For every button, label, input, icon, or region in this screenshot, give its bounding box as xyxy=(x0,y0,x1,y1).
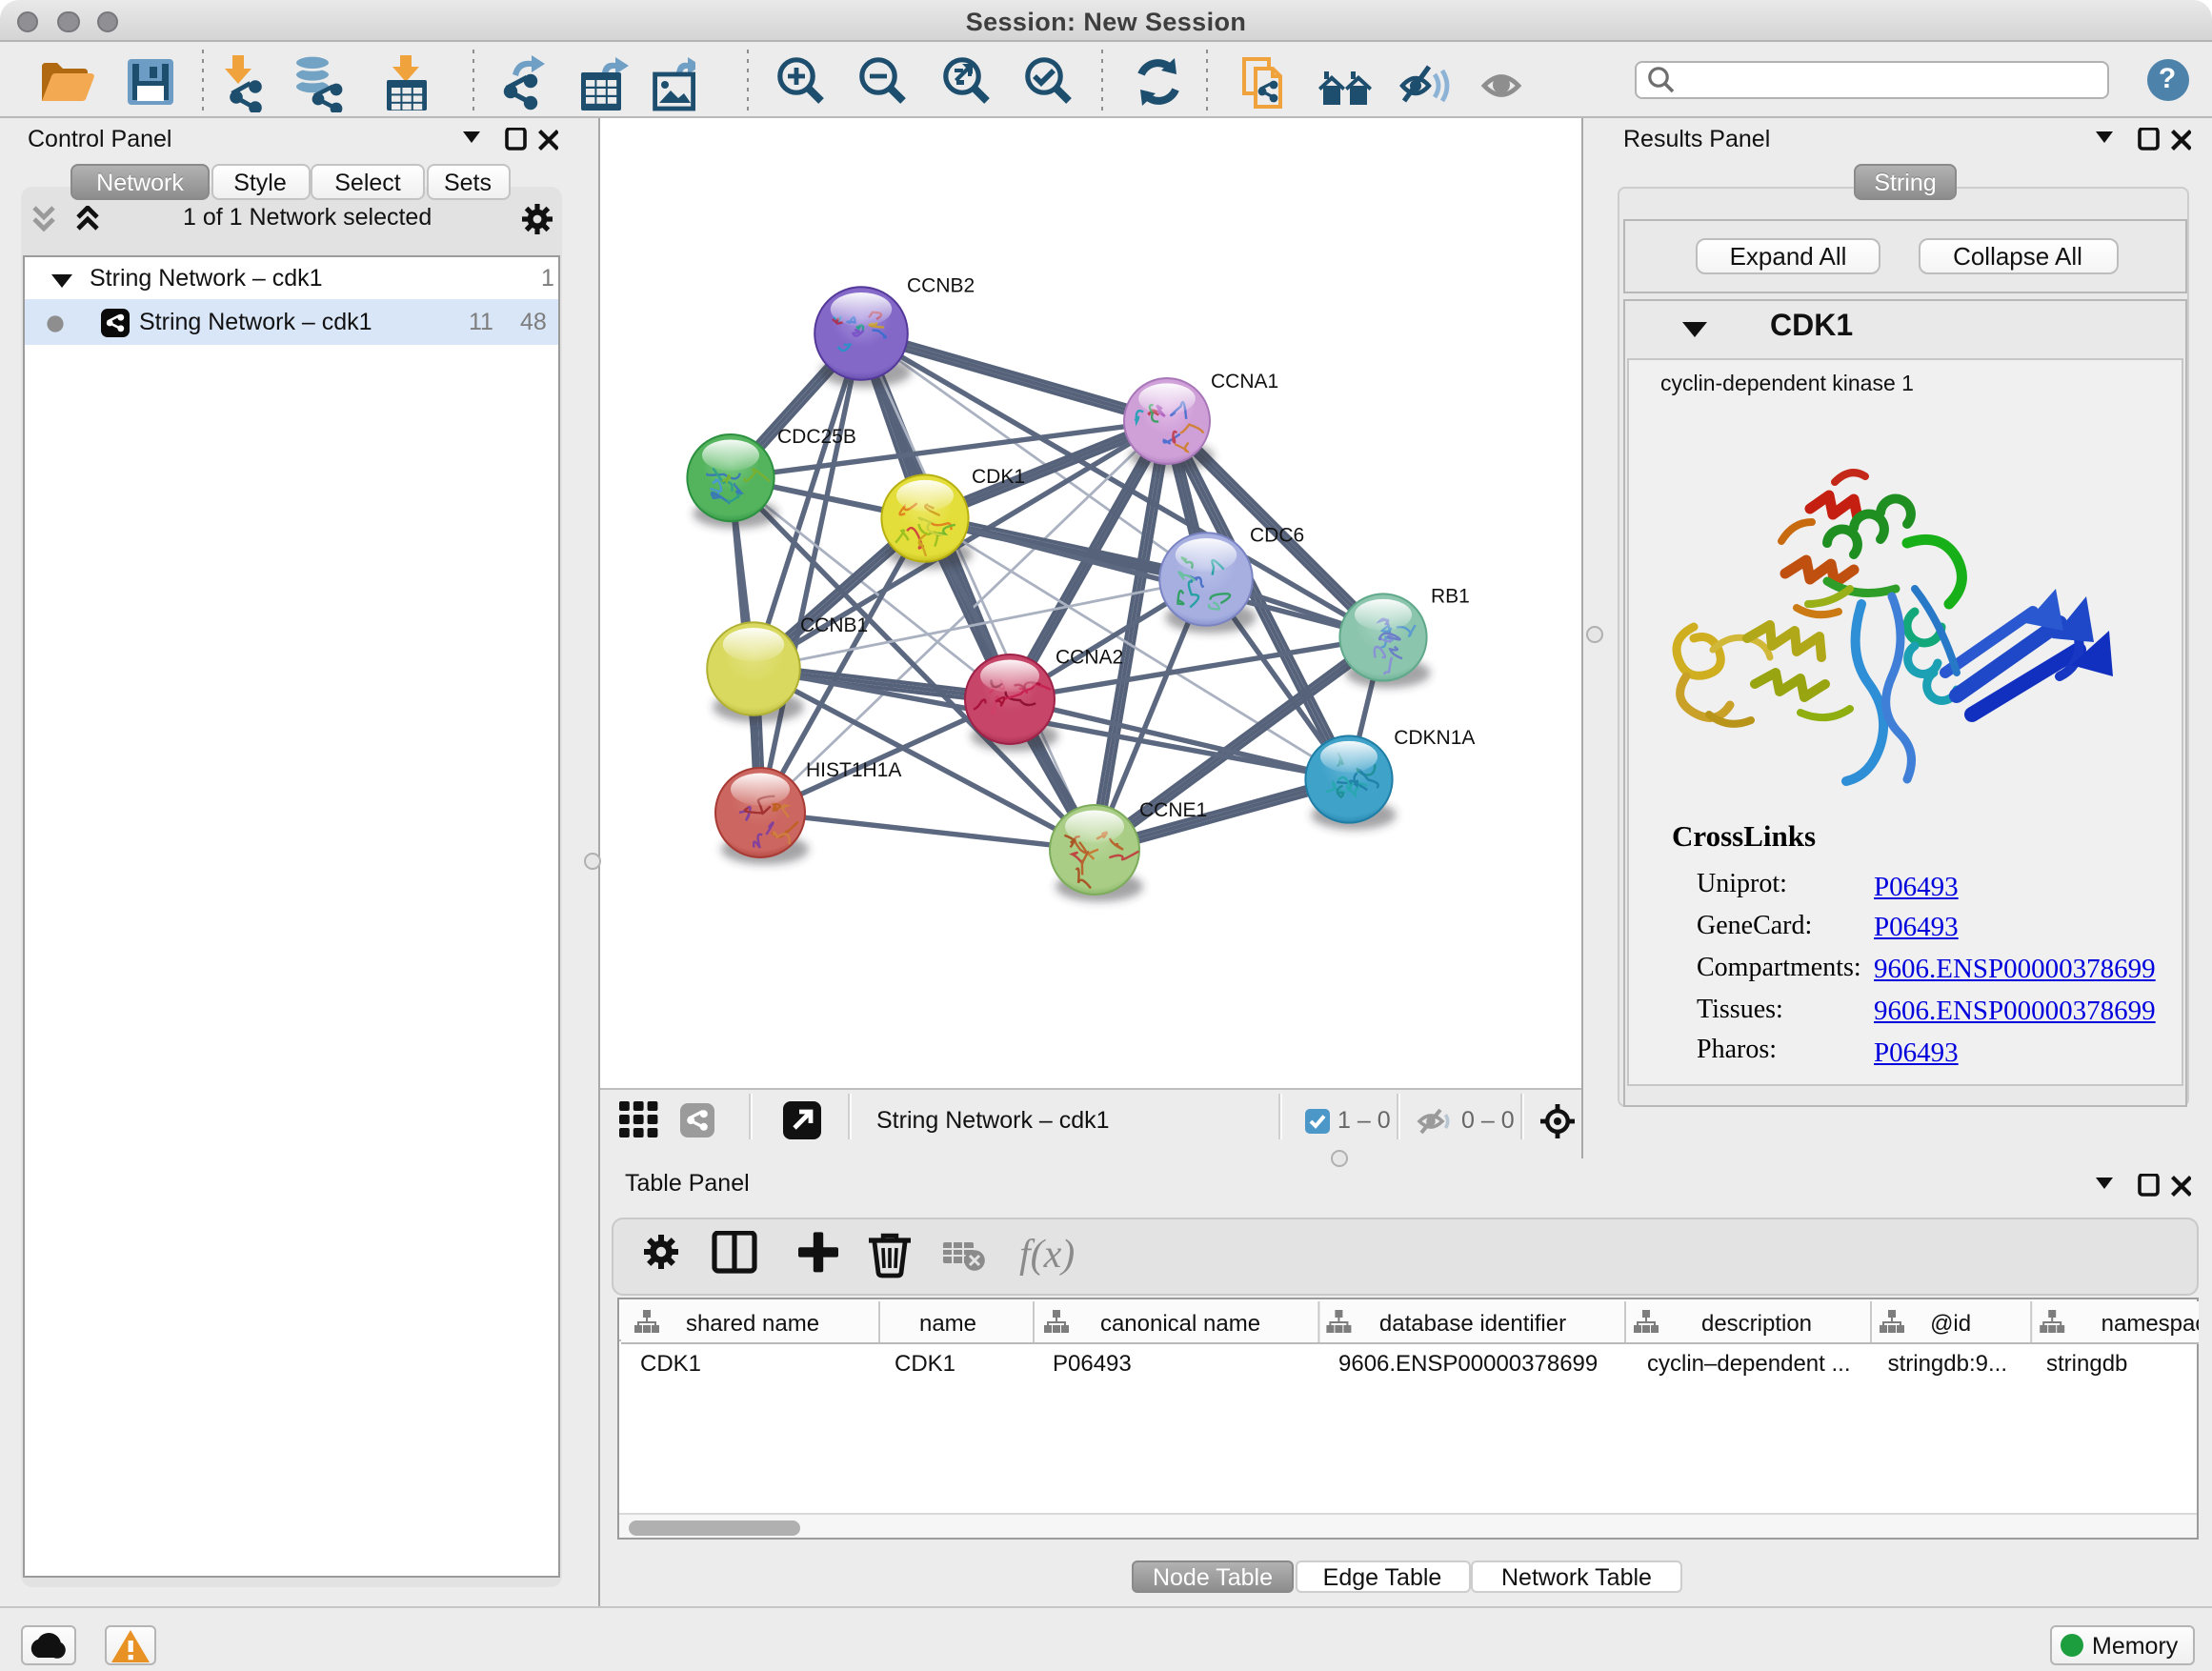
svg-text:CCNE1: CCNE1 xyxy=(1139,799,1207,821)
svg-text:shared name: shared name xyxy=(685,1310,818,1336)
svg-text:9606.ENSP00000378699: 9606.ENSP00000378699 xyxy=(1337,1350,1597,1376)
svg-text:CDKN1A: CDKN1A xyxy=(1394,727,1475,749)
svg-text:name: name xyxy=(918,1310,975,1336)
svg-text:P06493: P06493 xyxy=(1052,1350,1131,1376)
svg-text:database identifier: database identifier xyxy=(1378,1310,1565,1336)
svg-text:@id: @id xyxy=(1929,1310,1970,1336)
svg-text:CCNA2: CCNA2 xyxy=(1056,646,1123,668)
svg-text:CDK1: CDK1 xyxy=(894,1350,955,1376)
svg-text:stringdb:9...: stringdb:9... xyxy=(1887,1350,2006,1376)
svg-text:HIST1H1A: HIST1H1A xyxy=(806,759,901,781)
svg-text:stringdb: stringdb xyxy=(2045,1350,2126,1376)
svg-text:cyclin–dependent ...: cyclin–dependent ... xyxy=(1646,1350,1849,1376)
svg-text:f(x): f(x) xyxy=(1019,1233,1075,1277)
svg-text:CCNB2: CCNB2 xyxy=(907,275,975,297)
svg-text:canonical name: canonical name xyxy=(1099,1310,1259,1336)
svg-text:RB1: RB1 xyxy=(1431,586,1470,608)
svg-text:CCNA1: CCNA1 xyxy=(1211,371,1278,393)
svg-text:CDK1: CDK1 xyxy=(972,466,1025,488)
svg-text:CDK1: CDK1 xyxy=(639,1350,700,1376)
svg-text:CCNB1: CCNB1 xyxy=(800,614,868,636)
svg-text:CDC25B: CDC25B xyxy=(777,426,856,448)
svg-text:namespac: namespac xyxy=(2101,1310,2198,1336)
svg-text:CDC6: CDC6 xyxy=(1250,525,1304,547)
svg-text:description: description xyxy=(1700,1310,1811,1336)
